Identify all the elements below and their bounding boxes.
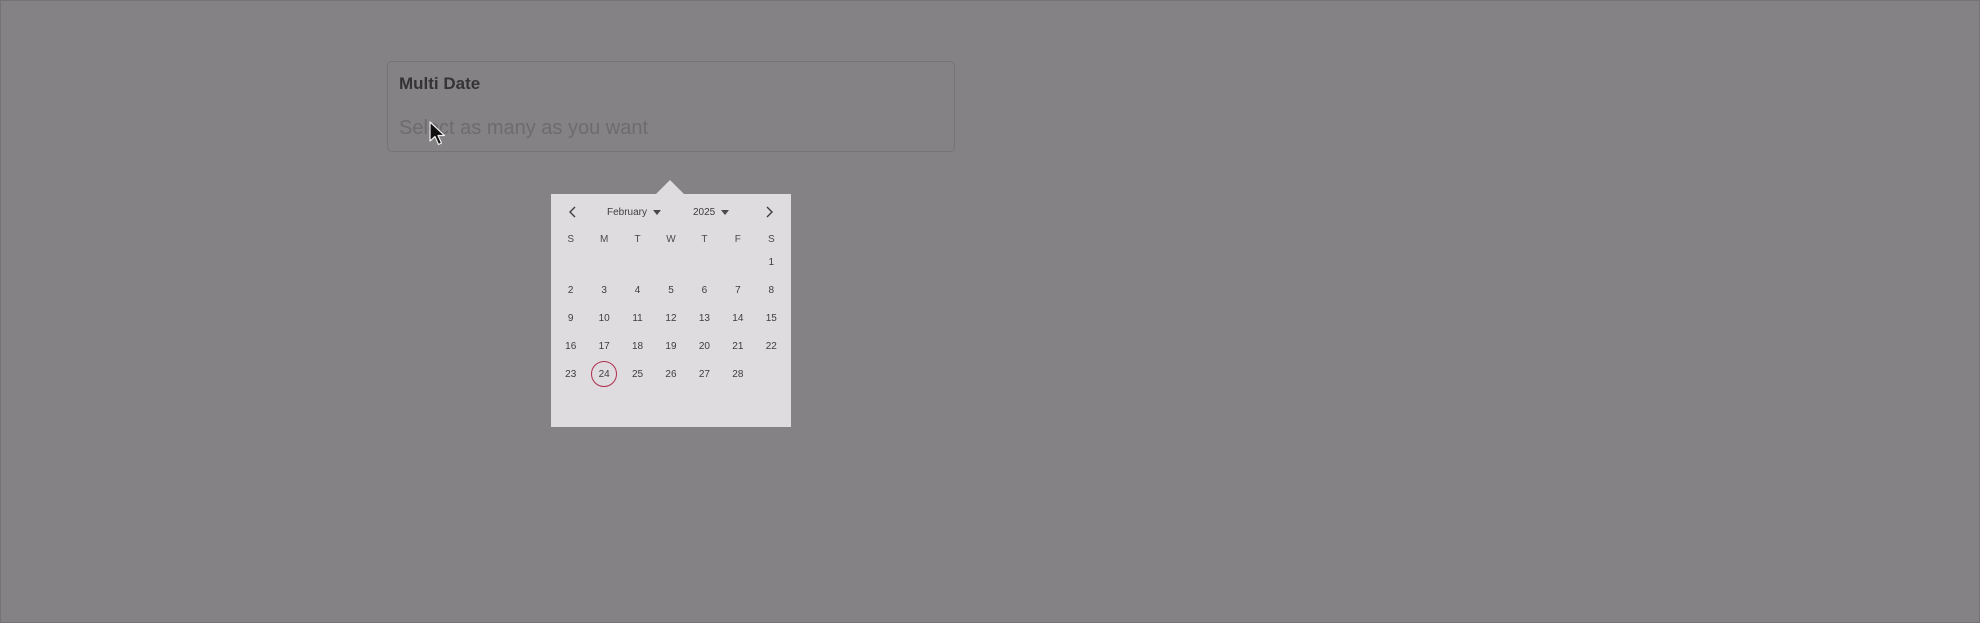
- mouse-pointer-icon: [429, 121, 446, 146]
- calendar-week-row: 2345678: [554, 276, 788, 304]
- calendar-week-row: 16 17 18 19 20 21 22: [554, 332, 788, 360]
- chevron-right-icon: [766, 206, 773, 218]
- calendar-week-row: 1: [554, 248, 788, 276]
- prev-month-button[interactable]: [561, 200, 585, 224]
- day-cell[interactable]: 10: [591, 305, 617, 331]
- weekday-label: F: [734, 234, 741, 245]
- day-cell[interactable]: 11: [625, 305, 651, 331]
- day-cell[interactable]: 14: [725, 305, 751, 331]
- weekday-header: S M T W T F S: [554, 232, 788, 248]
- day-cell[interactable]: 18: [625, 333, 651, 359]
- popover-arrow: [656, 180, 684, 194]
- day-cell[interactable]: 9: [558, 305, 584, 331]
- weekday-label: T: [701, 234, 708, 245]
- month-label: February: [607, 206, 648, 218]
- weekday-label: S: [567, 234, 575, 245]
- day-cell[interactable]: 3: [591, 277, 617, 303]
- next-month-button[interactable]: [757, 200, 781, 224]
- day-cell[interactable]: 6: [691, 277, 717, 303]
- chevron-left-icon: [569, 206, 576, 218]
- month-dropdown[interactable]: February: [607, 200, 662, 224]
- calendar-week-row: 23 24 25 26 27 28: [554, 360, 788, 388]
- day-cell[interactable]: 7: [725, 277, 751, 303]
- day-cell[interactable]: 28: [725, 361, 751, 387]
- day-cell[interactable]: 8: [758, 277, 784, 303]
- day-cell[interactable]: 12: [658, 305, 684, 331]
- day-cell[interactable]: 1: [758, 249, 784, 275]
- day-cell[interactable]: 22: [758, 333, 784, 359]
- day-cell[interactable]: 27: [691, 361, 717, 387]
- day-cell[interactable]: 19: [658, 333, 684, 359]
- year-dropdown[interactable]: 2025: [693, 200, 730, 224]
- year-label: 2025: [693, 206, 716, 218]
- weekday-label: S: [767, 234, 775, 245]
- page-frame: [0, 0, 1980, 623]
- day-cell[interactable]: 4: [625, 277, 651, 303]
- weekday-label: M: [599, 234, 609, 245]
- caret-down-icon: [653, 209, 662, 215]
- day-cell[interactable]: 26: [658, 361, 684, 387]
- day-cell[interactable]: 5: [658, 277, 684, 303]
- day-cell[interactable]: 15: [758, 305, 784, 331]
- date-input[interactable]: [399, 114, 939, 142]
- day-cell[interactable]: 23: [558, 361, 584, 387]
- day-cell[interactable]: 2: [558, 277, 584, 303]
- multi-date-field: Multi Date: [387, 61, 955, 152]
- date-picker-popover: February 2025 S M T W T F S 1 2 3 4 5 6 7 8 9 10 1…: [551, 194, 791, 427]
- caret-down-icon: [721, 209, 730, 215]
- day-cell-today[interactable]: 24: [591, 361, 618, 387]
- day-cell[interactable]: 17: [591, 333, 617, 359]
- day-cell[interactable]: 16: [558, 333, 584, 359]
- day-cell[interactable]: 21: [725, 333, 751, 359]
- weekday-label: W: [666, 234, 676, 245]
- field-label: Multi Date: [399, 74, 481, 93]
- day-cell[interactable]: 20: [691, 333, 717, 359]
- weekday-label: T: [634, 234, 641, 245]
- day-cell[interactable]: 13: [691, 305, 717, 331]
- calendar-week-row: 9 10 11 12 13 14 15: [554, 304, 788, 332]
- day-cell[interactable]: 25: [625, 361, 651, 387]
